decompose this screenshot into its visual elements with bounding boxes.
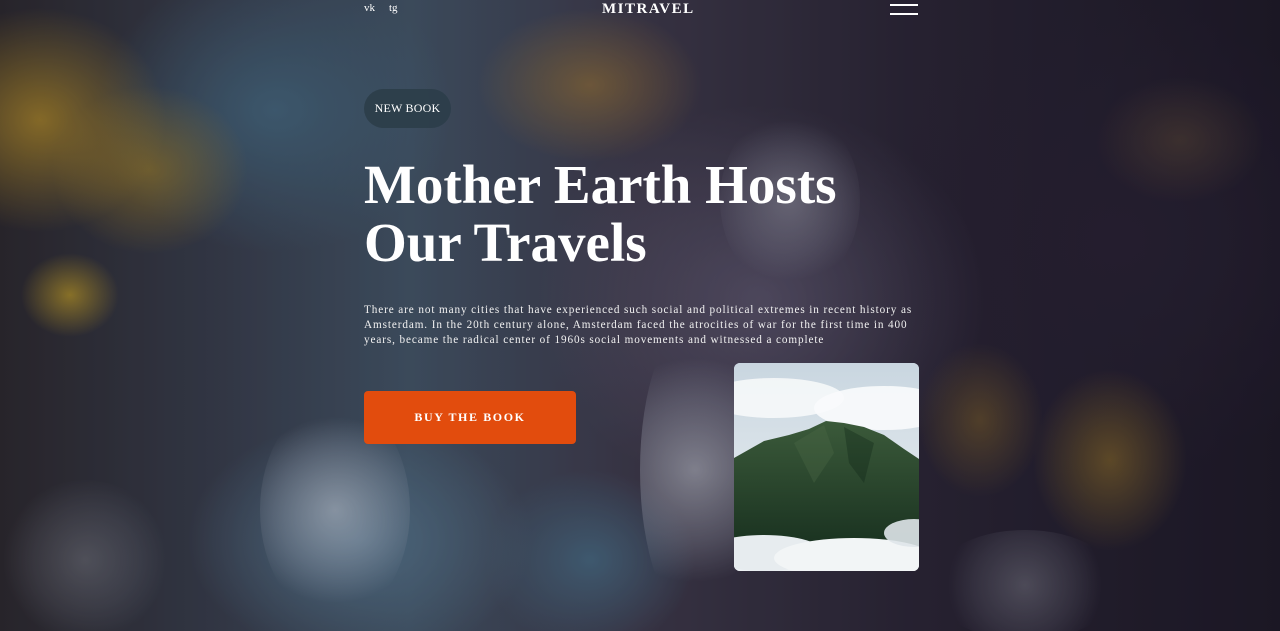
mountain-photo — [734, 363, 919, 571]
new-book-badge: NEW BOOK — [364, 89, 451, 128]
mountain-illustration — [734, 363, 919, 571]
hamburger-menu-icon[interactable] — [890, 4, 918, 16]
hero-title: Mother Earth Hosts Our Travels — [364, 156, 884, 272]
buy-the-book-button[interactable]: BUY THE BOOK — [364, 391, 576, 444]
hero-title-line-2: Our Travels — [364, 212, 647, 273]
hero-title-line-1: Mother Earth Hosts — [364, 154, 837, 215]
social-link-tg[interactable]: tg — [389, 2, 398, 14]
social-link-vk[interactable]: vk — [364, 2, 375, 14]
site-logo[interactable]: MITRAVEL — [602, 1, 695, 18]
hero-description: There are not many cities that have expe… — [364, 304, 913, 346]
social-links: vk tg — [364, 2, 398, 14]
site-header: vk tg MITRAVEL — [0, 0, 1280, 30]
